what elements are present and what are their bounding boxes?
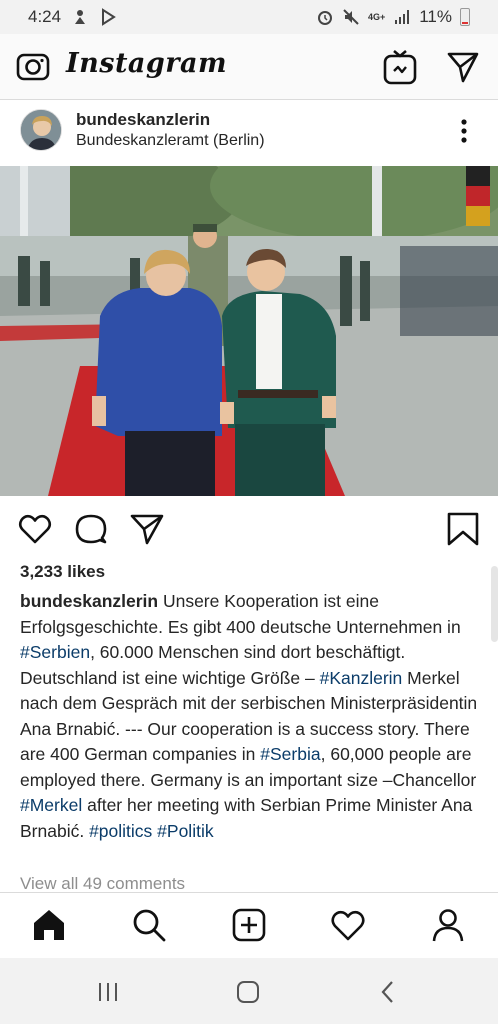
mute-icon xyxy=(343,9,359,25)
post-photo[interactable] xyxy=(0,166,498,496)
hashtag-link[interactable]: #Merkel xyxy=(20,795,82,815)
scrollbar[interactable] xyxy=(491,566,498,642)
hashtag-link[interactable]: #Serbia xyxy=(260,744,320,764)
bookmark-icon[interactable] xyxy=(446,512,480,546)
notification-icon xyxy=(75,10,86,24)
share-icon[interactable] xyxy=(130,512,164,546)
camera-icon[interactable] xyxy=(16,49,50,83)
battery-icon xyxy=(460,8,470,26)
post-header: bundeskanzlerin Bundeskanzleramt (Berlin… xyxy=(0,100,498,166)
network-type: 4G+ xyxy=(367,11,386,22)
activity-heart-icon[interactable] xyxy=(330,907,366,943)
signal-icon xyxy=(395,10,410,24)
hashtag-link[interactable]: #Serbien xyxy=(20,642,90,662)
status-time: 4:24 xyxy=(28,7,62,26)
hashtag-link[interactable]: #Politik xyxy=(157,821,213,841)
comment-icon[interactable] xyxy=(74,512,108,546)
view-comments-link[interactable]: View all 49 comments xyxy=(20,874,185,894)
hashtag-link[interactable]: #Kanzlerin xyxy=(320,668,403,688)
instagram-logo: Instagram xyxy=(66,48,228,79)
like-count[interactable]: 3,233 likes xyxy=(20,562,105,582)
home-button-icon[interactable] xyxy=(235,979,261,1005)
post-actions xyxy=(0,498,498,558)
post-caption: bundeskanzlerin Unsere Kooperation ist e… xyxy=(20,589,482,844)
status-bar: 4:24 4G+ 11% xyxy=(0,0,498,34)
profile-icon[interactable] xyxy=(430,907,466,943)
avatar[interactable] xyxy=(20,109,62,151)
hashtag-link[interactable]: #politics xyxy=(89,821,152,841)
caption-username[interactable]: bundeskanzlerin xyxy=(20,591,158,611)
recent-apps-icon[interactable] xyxy=(95,979,121,1005)
more-options-icon[interactable] xyxy=(456,118,472,144)
home-icon[interactable] xyxy=(31,907,67,943)
igtv-icon[interactable] xyxy=(383,49,417,85)
bottom-tab-bar xyxy=(0,892,498,958)
alarm-icon xyxy=(317,11,332,25)
like-heart-icon[interactable] xyxy=(18,512,52,546)
photo-illustration xyxy=(0,166,498,496)
new-post-icon[interactable] xyxy=(231,907,267,943)
caption-text: after her meeting with Serbian Prime Min… xyxy=(20,795,473,841)
direct-send-icon[interactable] xyxy=(446,50,480,84)
play-store-icon xyxy=(102,8,116,26)
battery-percent: 11% xyxy=(419,7,452,26)
post-location[interactable]: Bundeskanzleramt (Berlin) xyxy=(76,132,265,150)
system-nav-bar xyxy=(0,958,498,1024)
post-username[interactable]: bundeskanzlerin xyxy=(76,110,210,130)
app-header: Instagram xyxy=(0,34,498,100)
search-icon[interactable] xyxy=(131,907,167,943)
back-icon[interactable] xyxy=(375,979,401,1005)
